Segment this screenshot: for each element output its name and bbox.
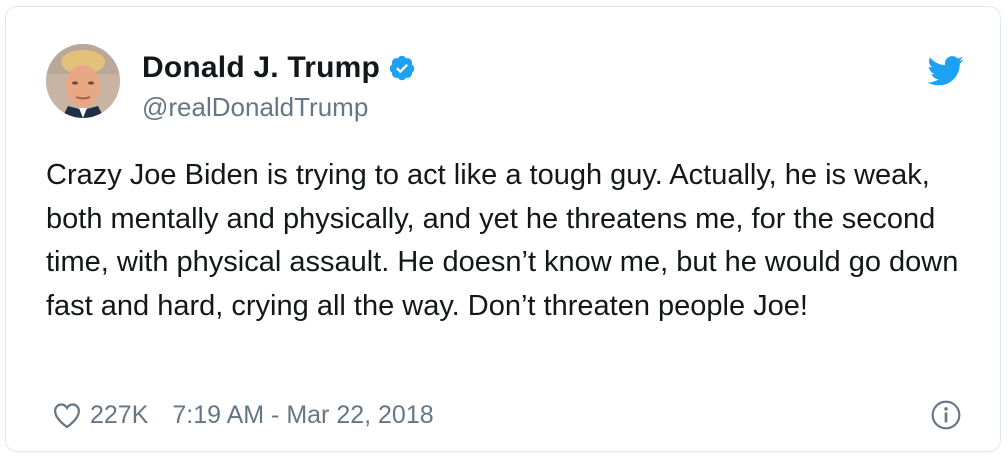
info-icon[interactable] xyxy=(930,399,962,431)
handle[interactable]: @realDonaldTrump xyxy=(142,92,416,123)
tweet-header: Donald J. Trump @realDonaldTrump xyxy=(46,44,966,124)
tweet-footer: 227K 7:19 AM - Mar 22, 2018 xyxy=(46,393,966,437)
tweet-text: Crazy Joe Biden is trying to act like a … xyxy=(46,159,959,322)
timestamp[interactable]: 7:19 AM - Mar 22, 2018 xyxy=(172,401,433,430)
heart-icon[interactable] xyxy=(52,401,82,429)
display-name[interactable]: Donald J. Trump xyxy=(142,51,380,85)
like-count[interactable]: 227K xyxy=(90,401,148,430)
verified-badge-icon xyxy=(388,54,416,82)
avatar-image xyxy=(46,44,120,118)
tweet-card: Donald J. Trump @realDonaldTrump Crazy J… xyxy=(5,6,1001,452)
twitter-bird-icon[interactable] xyxy=(927,56,964,86)
avatar[interactable] xyxy=(46,44,120,118)
author-names: Donald J. Trump @realDonaldTrump xyxy=(142,48,416,123)
display-name-row: Donald J. Trump xyxy=(142,48,416,88)
